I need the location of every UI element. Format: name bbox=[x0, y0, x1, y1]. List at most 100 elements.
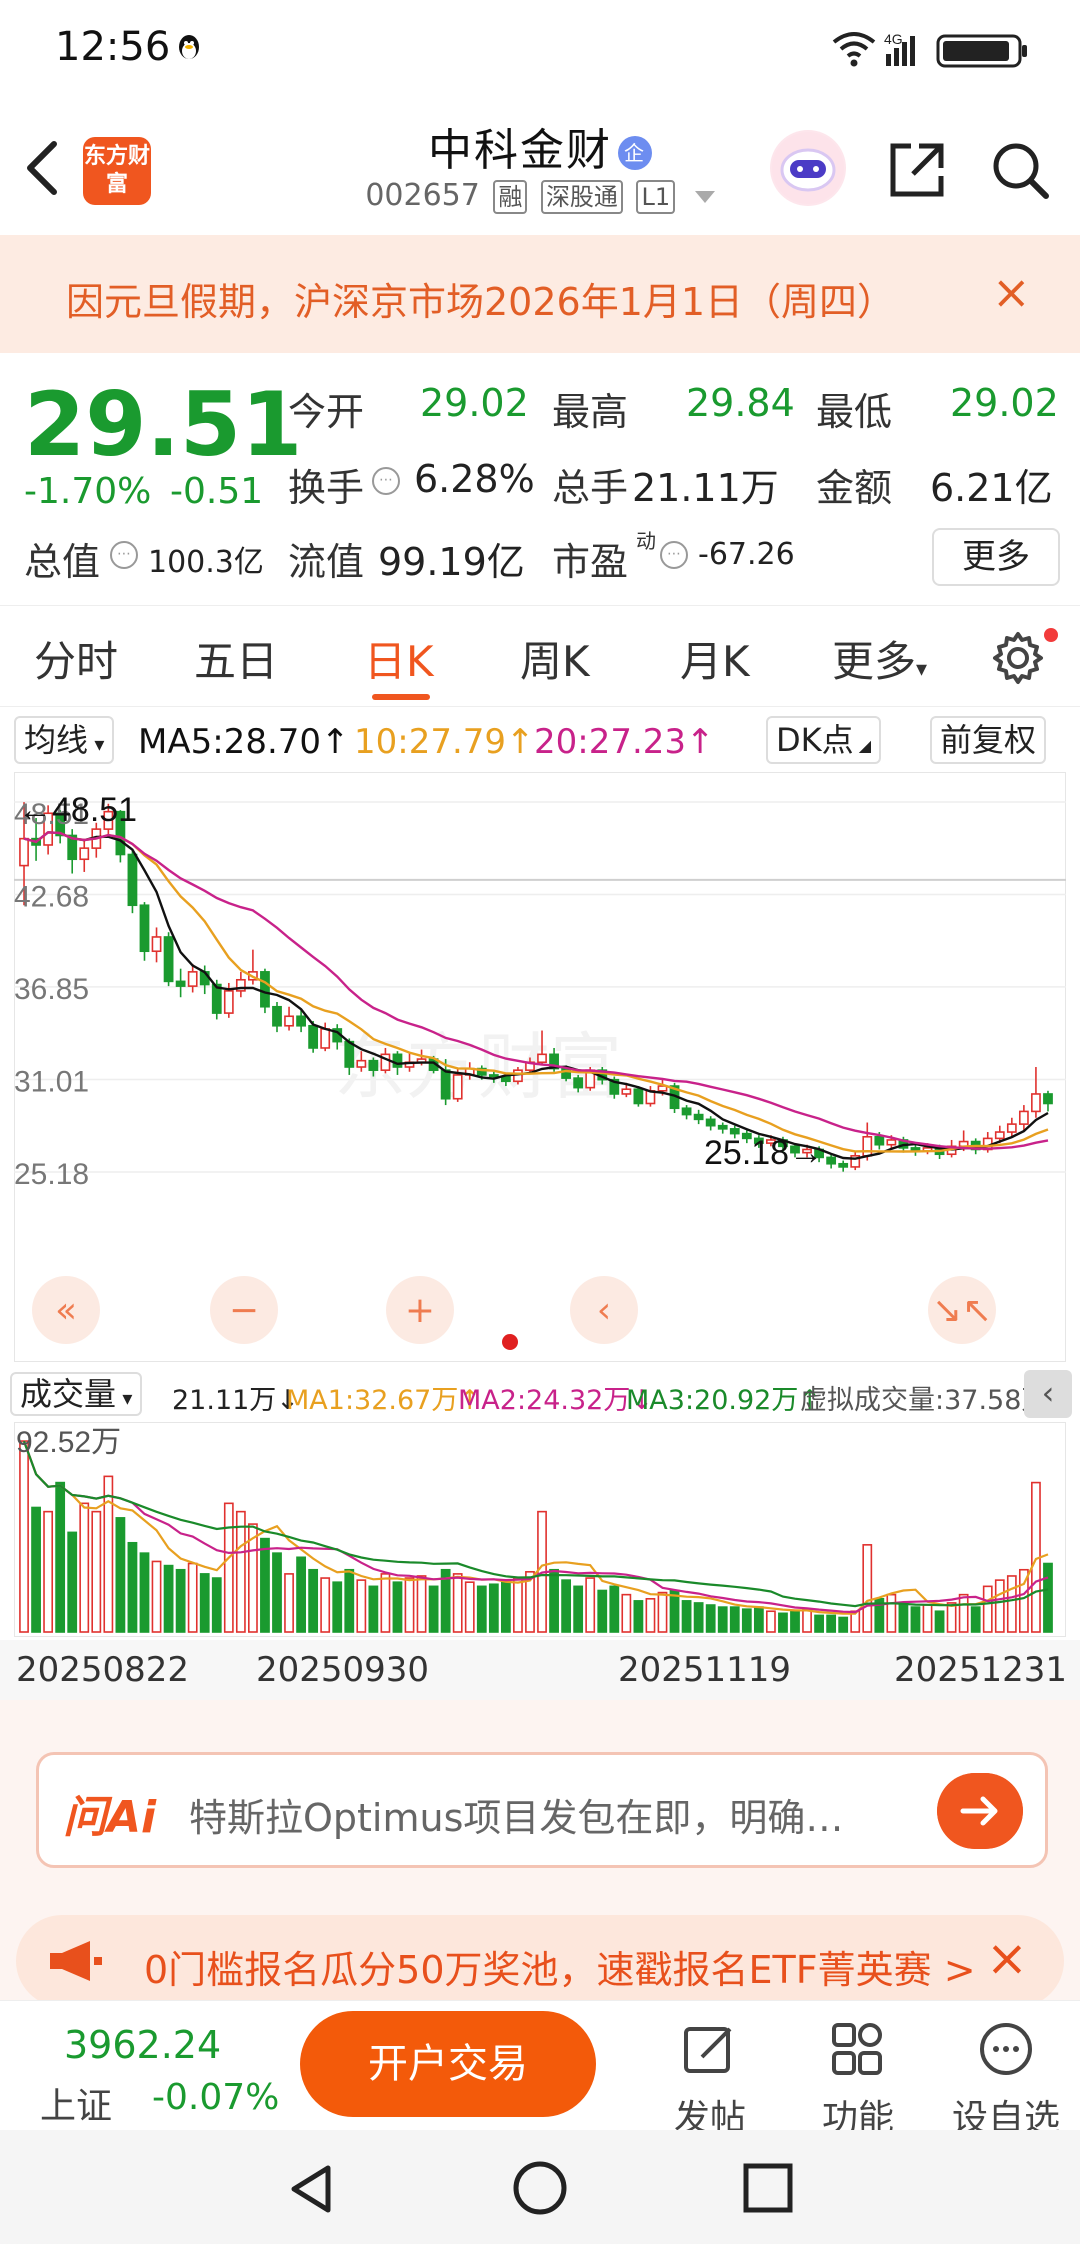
volume-bar bbox=[597, 1589, 608, 1633]
total-value-label: 总值 bbox=[24, 540, 101, 584]
volume-value: 21.11万 bbox=[632, 466, 779, 510]
volume-bar bbox=[404, 1577, 415, 1633]
info-icon[interactable]: ⋯ bbox=[660, 541, 688, 569]
active-tab-underline bbox=[372, 694, 430, 700]
virtual-volume: 虚拟成交量:37.58万 bbox=[800, 1385, 1049, 1416]
volume-bar bbox=[344, 1568, 355, 1633]
open-account-trade-button[interactable]: 开户交易 bbox=[300, 2011, 596, 2117]
index-name[interactable]: 上证 bbox=[40, 2077, 112, 2129]
volume-toolbar: 成交量 ▾ 21.11万↓ MA1:32.67万↑ MA2:24.32万↓ MA… bbox=[0, 1370, 1080, 1420]
candle-body bbox=[175, 980, 186, 987]
candle-body bbox=[440, 1069, 451, 1100]
search-icon[interactable] bbox=[988, 138, 1052, 202]
more-button[interactable]: 更多 bbox=[932, 528, 1060, 586]
candle-body bbox=[1031, 1093, 1041, 1113]
price-tick-label: 25.18 bbox=[14, 1158, 89, 1191]
volume-bar bbox=[886, 1593, 897, 1633]
volume-bar bbox=[380, 1573, 391, 1633]
volume-bar bbox=[103, 1475, 114, 1633]
dk-button[interactable]: DK点 ◢ bbox=[766, 716, 882, 764]
nav-recents-icon[interactable] bbox=[742, 2162, 794, 2214]
ma-selector[interactable]: 均线 ▾ bbox=[14, 716, 115, 764]
volume-bar bbox=[356, 1579, 367, 1633]
ai-prompt-text: 特斯拉Optimus项目发包在即，明确… bbox=[189, 1796, 844, 1840]
volume-bar bbox=[826, 1614, 837, 1633]
volume-bar bbox=[163, 1564, 174, 1633]
info-icon[interactable]: ⋯ bbox=[372, 467, 400, 495]
megaphone-icon bbox=[50, 1941, 102, 1981]
function-grid-icon[interactable] bbox=[828, 2019, 888, 2079]
candle-body bbox=[1018, 1110, 1029, 1125]
adjust-button[interactable]: 前复权 bbox=[930, 716, 1047, 764]
volume-bar bbox=[272, 1552, 282, 1633]
volume-ma2: MA2:24.32万↓ bbox=[458, 1385, 653, 1416]
arrow-right-icon[interactable] bbox=[937, 1773, 1023, 1849]
candle-body bbox=[127, 853, 138, 907]
volume-bar bbox=[585, 1577, 596, 1633]
candle-body bbox=[717, 1124, 728, 1130]
tab-weekly-k[interactable]: 周K bbox=[520, 628, 590, 689]
tab-more[interactable]: 更多▾ bbox=[832, 628, 927, 689]
nav-home-icon[interactable] bbox=[512, 2160, 568, 2216]
promo-banner[interactable]: 0门槛报名瓜分50万奖池，速戳报名ETF菁英赛 > × bbox=[16, 1915, 1064, 2007]
tab-daily-k[interactable]: 日K bbox=[364, 628, 434, 689]
battery-icon bbox=[936, 34, 1027, 68]
status-bar: 12:56 4G bbox=[0, 0, 1080, 100]
volume-chart[interactable]: 92.52万 bbox=[14, 1422, 1066, 1637]
candle-body bbox=[488, 1074, 499, 1078]
volume-bar bbox=[693, 1602, 704, 1633]
index-change[interactable]: -0.07% bbox=[152, 2077, 279, 2118]
tab-five-day[interactable]: 五日 bbox=[194, 628, 278, 689]
volume-bar bbox=[175, 1568, 186, 1633]
candle-body bbox=[368, 1059, 379, 1071]
min-price-marker: 25.18→ bbox=[704, 1134, 823, 1172]
post-edit-icon[interactable] bbox=[680, 2019, 740, 2079]
volume-bar bbox=[838, 1616, 849, 1633]
volume-current: 21.11万↓ bbox=[172, 1385, 299, 1416]
volume-bar bbox=[934, 1610, 945, 1633]
level-tag: L1 bbox=[636, 180, 676, 214]
close-icon[interactable]: × bbox=[992, 265, 1031, 319]
svg-text:‹: ‹ bbox=[597, 1290, 611, 1331]
network-type: 4G bbox=[884, 31, 903, 47]
candle-body bbox=[320, 1028, 331, 1049]
share-icon[interactable] bbox=[885, 138, 949, 202]
watchlist-icon[interactable] bbox=[976, 2019, 1036, 2079]
volume-bar bbox=[428, 1585, 439, 1633]
volume-bar bbox=[994, 1579, 1005, 1633]
volume-bar bbox=[392, 1581, 403, 1633]
candle-body bbox=[344, 1040, 355, 1068]
volume-bar bbox=[645, 1597, 656, 1633]
qq-penguin-icon bbox=[179, 35, 199, 59]
volume-max-label: 92.52万 bbox=[16, 1426, 121, 1459]
ai-robot-icon[interactable] bbox=[770, 130, 846, 206]
change-amount: -0.51 bbox=[170, 471, 264, 512]
tab-intraday[interactable]: 分时 bbox=[34, 628, 118, 689]
volume-bar bbox=[139, 1552, 150, 1633]
volume-bar bbox=[705, 1604, 716, 1633]
close-icon[interactable]: × bbox=[986, 1929, 1028, 1987]
ai-ask-box[interactable]: 问Ai 特斯拉Optimus项目发包在即，明确… bbox=[36, 1752, 1048, 1868]
candle-body bbox=[874, 1135, 885, 1146]
price-tick-label: 36.85 bbox=[14, 973, 89, 1006]
nav-back-icon[interactable] bbox=[284, 2162, 338, 2216]
svg-text:+: + bbox=[405, 1290, 435, 1331]
candle-body bbox=[1006, 1123, 1017, 1133]
volume-bar bbox=[151, 1560, 162, 1633]
system-navigation-bar bbox=[0, 2130, 1080, 2244]
volume-bar bbox=[970, 1606, 981, 1633]
info-icon[interactable]: ⋯ bbox=[110, 541, 138, 569]
volume-selector[interactable]: 成交量 ▾ bbox=[10, 1372, 143, 1416]
gear-icon[interactable] bbox=[990, 630, 1046, 686]
ma20-value: 20:27.23↑ bbox=[534, 722, 715, 762]
candlestick-chart[interactable]: 东方财富 48.5142.6836.8531.0125.18←48.5125.1… bbox=[14, 772, 1066, 1362]
collapse-arrow-icon[interactable]: ‹ bbox=[1024, 1370, 1072, 1418]
volume-bar bbox=[332, 1581, 343, 1633]
tab-monthly-k[interactable]: 月K bbox=[680, 628, 750, 689]
candle-body bbox=[537, 1053, 547, 1064]
index-value[interactable]: 3962.24 bbox=[64, 2023, 221, 2067]
price-tick-label: 31.01 bbox=[14, 1066, 89, 1099]
volume-bar bbox=[79, 1502, 90, 1633]
candle-body bbox=[1043, 1093, 1053, 1105]
candle-body bbox=[729, 1128, 740, 1135]
